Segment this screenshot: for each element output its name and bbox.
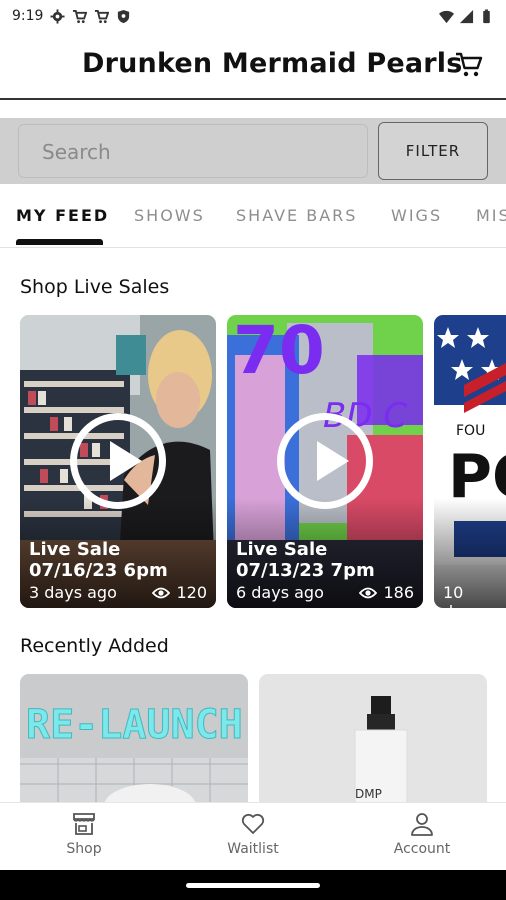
card-title: Live Sale 07/13/23 7pm	[236, 539, 375, 581]
status-bar: 9:19	[0, 0, 506, 32]
system-gesture-bar	[0, 870, 506, 900]
tab-wigs[interactable]: WIGS	[391, 206, 442, 225]
nav-label: Waitlist	[227, 841, 279, 857]
tab-shows[interactable]: SHOWS	[134, 206, 205, 225]
settings-gear-icon	[50, 8, 65, 24]
product-banner-text: RE-LAUNCH	[26, 702, 243, 748]
live-sale-card[interactable]: FOU PO 10 days	[434, 315, 506, 608]
card-views: 186	[359, 583, 414, 602]
card-views: 120	[152, 583, 207, 602]
person-icon	[411, 813, 433, 836]
card-time-ago: 6 days ago	[236, 583, 324, 602]
bottom-navigation: Shop Waitlist Account	[0, 802, 506, 870]
shield-icon	[118, 9, 130, 23]
play-icon[interactable]	[70, 413, 166, 509]
svg-text:70: 70	[233, 315, 325, 389]
signal-icon	[459, 9, 474, 23]
search-placeholder: Search	[42, 140, 111, 164]
eye-icon	[152, 587, 171, 598]
status-time: 9:19	[12, 8, 44, 24]
wifi-icon	[439, 10, 454, 23]
svg-text:DMP: DMP	[355, 787, 382, 801]
battery-icon	[483, 8, 490, 23]
nav-waitlist[interactable]: Waitlist	[198, 811, 308, 857]
nav-shop[interactable]: Shop	[29, 811, 139, 857]
live-sale-card[interactable]: 70 BD C Live Sale 07/13/23 7pm 6 days ag…	[227, 315, 423, 608]
cart-icon[interactable]	[454, 50, 484, 80]
search-input[interactable]: Search	[18, 124, 368, 178]
filter-button[interactable]: FILTER	[378, 122, 488, 180]
nav-label: Shop	[66, 841, 102, 857]
tab-misc[interactable]: MIS	[476, 206, 506, 225]
live-sales-heading: Shop Live Sales	[20, 276, 170, 298]
svg-text:FOU: FOU	[456, 423, 485, 439]
tab-shave-bars[interactable]: SHAVE BARS	[236, 206, 357, 225]
home-gesture-handle[interactable]	[186, 883, 320, 888]
nav-label: Account	[393, 841, 451, 857]
product-image: DMP	[259, 674, 487, 804]
card-title: Live Sale 07/16/23 6pm	[29, 539, 168, 581]
card-time-ago: 10 days	[443, 583, 481, 608]
tab-my-feed[interactable]: MY FEED	[16, 206, 109, 225]
view-count: 120	[176, 583, 207, 602]
page-title: Drunken Mermaid Pearls	[82, 48, 463, 79]
live-sale-card[interactable]: Live Sale 07/16/23 6pm 3 days ago 120	[20, 315, 216, 608]
view-count: 186	[383, 583, 414, 602]
recently-added-heading: Recently Added	[20, 635, 169, 657]
storefront-icon	[73, 813, 95, 835]
product-card[interactable]: DMP	[259, 674, 487, 804]
cart-notification-icon	[95, 9, 110, 23]
product-image: RE-LAUNCH	[20, 674, 248, 804]
heart-icon	[241, 813, 265, 834]
category-tabs: MY FEED SHOWS SHAVE BARS WIGS MIS	[0, 192, 506, 248]
active-tab-indicator	[16, 239, 103, 245]
nav-account[interactable]: Account	[367, 811, 477, 857]
card-time-ago: 3 days ago	[29, 583, 117, 602]
search-bar: Search FILTER	[0, 118, 506, 184]
product-card[interactable]: RE-LAUNCH	[20, 674, 248, 804]
cart-notification-icon	[73, 9, 88, 23]
eye-icon	[359, 587, 378, 598]
app-header: Drunken Mermaid Pearls	[0, 32, 506, 100]
play-icon[interactable]	[277, 413, 373, 509]
